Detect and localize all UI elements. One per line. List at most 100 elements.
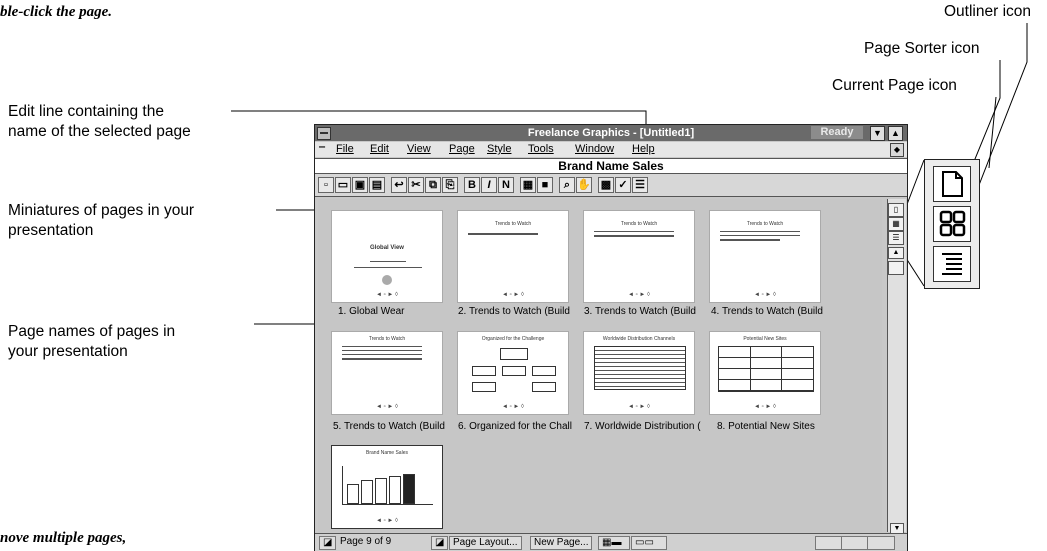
italic-button[interactable]: I — [481, 177, 497, 193]
thumb-title: Trends to Watch — [368, 336, 406, 342]
page-thumbnail[interactable]: Trends to Watch ◄ ▫ ► ◊ — [583, 210, 695, 303]
thumb-line — [468, 233, 538, 235]
menu-view[interactable]: View — [407, 143, 431, 155]
thumb-title: Brand Name Sales — [366, 450, 408, 456]
outliner-view-icon[interactable]: ☰ — [888, 231, 904, 245]
freelance-window: Freelance Graphics - [Untitled1] Ready ▼… — [314, 124, 908, 551]
thumb-title: Global View — [370, 245, 404, 251]
thumb-pager: ◄ ▫ ► ◊ — [628, 404, 650, 410]
status-slot[interactable] — [841, 536, 869, 550]
org-box — [500, 348, 528, 360]
page-name[interactable]: 6. Organized for the Chall — [458, 421, 588, 432]
menu-style[interactable]: Style — [487, 143, 511, 155]
menu-help[interactable]: Help — [632, 143, 655, 155]
open-icon[interactable]: ▭ — [335, 177, 351, 193]
menu-edit[interactable]: Edit — [370, 143, 389, 155]
view-toggle-icon[interactable]: ▦▬ — [598, 536, 630, 550]
current-page-view-icon[interactable]: ▯ — [888, 203, 904, 217]
status-slot[interactable] — [815, 536, 843, 550]
page-thumbnail-selected[interactable]: Brand Name Sales ◄ ▫ ► ◊ — [331, 445, 443, 529]
org-box — [472, 366, 496, 376]
page-thumbnail[interactable]: Organized for the Challenge ◄ ▫ ► ◊ — [457, 331, 569, 415]
thumb-line — [370, 261, 406, 262]
screenshow-icon[interactable]: ▩ — [598, 177, 614, 193]
page-sorter-icon[interactable] — [933, 206, 971, 242]
status-slot[interactable] — [867, 536, 895, 550]
org-box — [472, 382, 496, 392]
page-name[interactable]: 2. Trends to Watch (Build — [458, 306, 588, 317]
document-menu-icon[interactable]: ‒ — [319, 141, 325, 153]
org-box — [502, 366, 526, 376]
save-icon[interactable]: ▣ — [352, 177, 368, 193]
page-layout-button-icon[interactable]: ◪ — [431, 536, 449, 550]
thumb-line — [342, 346, 422, 347]
thumb-title: Potential New Sites — [743, 336, 787, 342]
menu-bar: ‒ File Edit View Page Style Tools Window… — [315, 141, 907, 157]
thumb-line — [594, 231, 674, 232]
current-page-icon[interactable] — [933, 166, 971, 202]
symbol-icon[interactable]: ■ — [537, 177, 553, 193]
scroll-thumb[interactable] — [888, 261, 904, 275]
thumb-bar — [389, 476, 401, 504]
chart-icon[interactable]: ▦ — [520, 177, 536, 193]
print-icon[interactable]: ▤ — [369, 177, 385, 193]
thumb-bar — [347, 484, 359, 504]
edit-line[interactable]: Brand Name Sales — [315, 158, 907, 174]
edit-line-value: Brand Name Sales — [558, 159, 664, 173]
thumb-line — [342, 358, 422, 360]
menu-tools[interactable]: Tools — [528, 143, 554, 155]
thumb-line — [720, 235, 800, 236]
thumb-line — [354, 267, 422, 268]
thumb-line — [594, 235, 674, 237]
page-name[interactable]: 4. Trends to Watch (Build — [711, 306, 841, 317]
spell-check-icon[interactable]: ✓ — [615, 177, 631, 193]
new-icon[interactable]: ▫ — [318, 177, 334, 193]
cut-icon[interactable]: ✂ — [408, 177, 424, 193]
status-left-icon[interactable]: ◪ — [319, 536, 337, 550]
page-thumbnail[interactable]: Potential New Sites ◄ ▫ ► ◊ — [709, 331, 821, 415]
list-icon[interactable]: ☰ — [632, 177, 648, 193]
menu-window[interactable]: Window — [575, 143, 614, 155]
page-name[interactable]: 5. Trends to Watch (Build — [333, 421, 463, 432]
status-bar: ◪ Page 9 of 9 ◪ Page Layout... New Page.… — [315, 533, 907, 551]
page-thumbnail[interactable]: Trends to Watch ◄ ▫ ► ◊ — [331, 331, 443, 415]
undo-icon[interactable]: ↩ — [391, 177, 407, 193]
thumb-pager: ◄ ▫ ► ◊ — [502, 404, 524, 410]
page-layout-button[interactable]: Page Layout... — [449, 536, 522, 550]
page-thumbnail[interactable]: Trends to Watch ◄ ▫ ► ◊ — [709, 210, 821, 303]
view-icons-panel — [924, 159, 980, 289]
globe-icon — [382, 275, 392, 285]
new-page-button[interactable]: New Page... — [530, 536, 593, 550]
page-sorter-view-icon[interactable]: ▦ — [888, 217, 904, 231]
paste-icon[interactable]: ⎘ — [442, 177, 458, 193]
thumb-pager: ◄ ▫ ► ◊ — [376, 518, 398, 524]
menu-file[interactable]: File — [336, 143, 354, 155]
thumb-title: Worldwide Distribution Channels — [602, 336, 676, 342]
thumb-title: Trends to Watch — [620, 221, 658, 227]
page-name[interactable]: 3. Trends to Watch (Build — [584, 306, 714, 317]
normal-button[interactable]: N — [498, 177, 514, 193]
page-name[interactable]: 1. Global Wear — [338, 306, 468, 317]
thumb-pager: ◄ ▫ ► ◊ — [628, 292, 650, 298]
page-name[interactable]: 8. Potential New Sites — [717, 421, 847, 432]
restore-icon[interactable]: ◆ — [890, 143, 904, 157]
menu-page[interactable]: Page — [449, 143, 475, 155]
page-name[interactable]: 7. Worldwide Distribution ( — [584, 421, 714, 432]
zoom-icon[interactable]: ⌕ — [559, 177, 575, 193]
thumb-title: Organized for the Challenge — [481, 336, 545, 342]
outliner-icon[interactable] — [933, 246, 971, 282]
org-box — [532, 382, 556, 392]
scroll-up-arrow[interactable]: ▲ — [888, 247, 904, 259]
bold-button[interactable]: B — [464, 177, 480, 193]
hand-icon[interactable]: ✋ — [576, 177, 592, 193]
minimize-button[interactable]: ▼ — [870, 126, 885, 141]
copy-icon[interactable]: ⧉ — [425, 177, 441, 193]
layout-toggle-icon[interactable]: ▭▭ — [631, 536, 667, 550]
maximize-button[interactable]: ▲ — [888, 126, 903, 141]
page-thumbnail[interactable]: Worldwide Distribution Channels ◄ ▫ ► ◊ — [583, 331, 695, 415]
page-thumbnail[interactable]: Global View ◄ ▫ ► ◊ — [331, 210, 443, 303]
thumb-line — [342, 354, 422, 355]
thumb-bar — [375, 478, 387, 504]
page-thumbnail[interactable]: Trends to Watch ◄ ▫ ► ◊ — [457, 210, 569, 303]
thumb-bar — [361, 480, 373, 504]
